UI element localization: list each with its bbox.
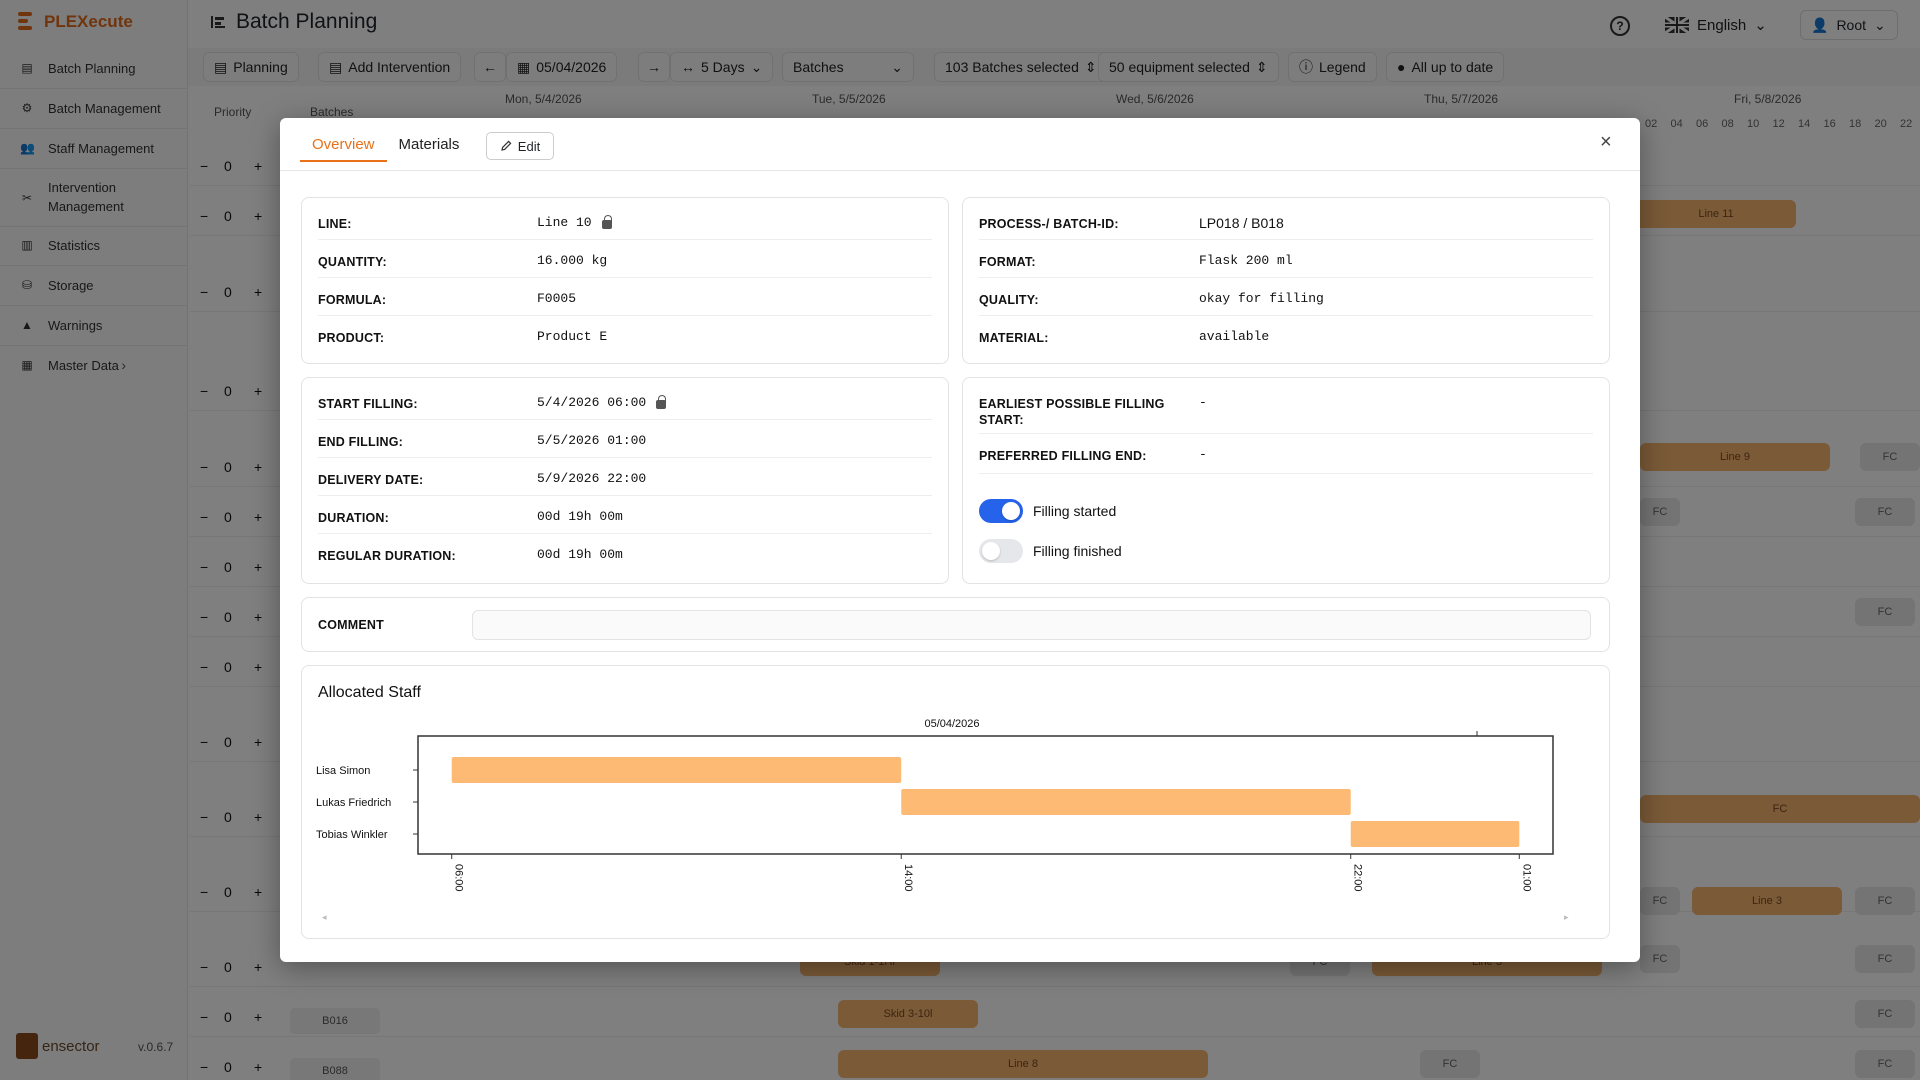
field-label: FORMAT:: [979, 255, 1036, 269]
start-filling-value: 5/4/2026 06:00: [537, 395, 647, 410]
chart-title: 05/04/2026: [924, 718, 979, 730]
field-label: EARLIEST POSSIBLE FILLING START:: [979, 397, 1165, 427]
filling-finished-toggle[interactable]: [979, 539, 1023, 563]
tab-overview[interactable]: Overview: [300, 132, 387, 162]
x-tick-label: 06:00: [453, 864, 465, 892]
lock-icon: [656, 395, 667, 409]
field-start-filling: START FILLING: 5/4/2026 06:00: [318, 382, 932, 420]
field-label: LINE:: [318, 217, 352, 231]
field-value: Product E: [537, 329, 608, 344]
allocated-staff-card: Allocated Staff 05/04/2026 Lisa Simon Luk…: [301, 665, 1610, 939]
timing-card: START FILLING: 5/4/2026 06:00 END FILLIN…: [301, 377, 949, 584]
scroll-left-icon[interactable]: ◂: [322, 912, 327, 922]
field-label: PROCESS-/ BATCH-ID:: [979, 217, 1119, 231]
field-duration: DURATION: 00d 19h 00m: [318, 496, 932, 534]
comment-input[interactable]: [472, 610, 1591, 640]
field-label: DELIVERY DATE:: [318, 473, 424, 487]
field-value: 5/4/2026 06:00: [537, 395, 667, 410]
x-tick-label: 14:00: [902, 864, 914, 892]
field-label: QUANTITY:: [318, 255, 387, 269]
field-product: PRODUCT: Product E: [318, 316, 932, 354]
process-info-card: PROCESS-/ BATCH-ID: LP018 / B018 FORMAT:…: [962, 197, 1610, 364]
tab-materials[interactable]: Materials: [387, 132, 472, 162]
edit-button[interactable]: Edit: [486, 132, 554, 160]
x-tick-label: 22:00: [1352, 864, 1364, 892]
comment-card: COMMENT: [301, 597, 1610, 652]
field-value: 00d 19h 00m: [537, 509, 623, 524]
field-label: START FILLING:: [318, 397, 418, 411]
field-value: okay for filling: [1199, 291, 1324, 306]
field-format: FORMAT: Flask 200 ml: [979, 240, 1593, 278]
pencil-icon: [500, 140, 512, 151]
field-delivery-date: DELIVERY DATE: 5/9/2026 22:00: [318, 458, 932, 496]
line-value: Line 10: [537, 215, 592, 230]
tab-divider: [280, 170, 1640, 171]
close-icon[interactable]: ×: [1600, 132, 1612, 152]
staff-allocation-bar[interactable]: [451, 757, 902, 783]
toggle-label: Filling finished: [1033, 543, 1122, 559]
field-line: LINE: Line 10: [318, 202, 932, 240]
toggle-label: Filling started: [1033, 503, 1117, 519]
field-label: REGULAR DURATION:: [318, 549, 456, 563]
allocated-staff-title: Allocated Staff: [318, 684, 421, 701]
x-tick-label: 01:00: [1520, 864, 1532, 892]
field-value: LP018 / B018: [1199, 215, 1284, 231]
field-value: available: [1199, 329, 1270, 344]
field-earliest-start: EARLIEST POSSIBLE FILLING START: -: [979, 382, 1593, 434]
field-batch-id: PROCESS-/ BATCH-ID: LP018 / B018: [979, 202, 1593, 240]
filling-status-card: EARLIEST POSSIBLE FILLING START: - PREFE…: [962, 377, 1610, 584]
filling-started-toggle-row: Filling started: [979, 499, 1116, 523]
field-quality: QUALITY: okay for filling: [979, 278, 1593, 316]
edit-label: Edit: [517, 138, 541, 154]
field-label: DURATION:: [318, 511, 390, 525]
field-value: 00d 19h 00m: [537, 547, 623, 562]
field-material: MATERIAL: available: [979, 316, 1593, 354]
field-value: 5/5/2026 01:00: [537, 433, 647, 448]
field-value: -: [1199, 395, 1207, 410]
scroll-right-icon[interactable]: ▸: [1564, 912, 1569, 922]
filling-finished-toggle-row: Filling finished: [979, 539, 1122, 563]
batch-detail-modal: Overview Materials Edit × LINE: Line 10 …: [280, 118, 1640, 962]
staff-allocation-bar[interactable]: [901, 789, 1351, 815]
field-value: F0005: [537, 291, 577, 306]
field-value: 16.000 kg: [537, 253, 608, 268]
lock-icon: [601, 215, 612, 229]
staff-gantt-chart: 05/04/2026 Lisa Simon Lukas Friedrich Tobi…: [316, 718, 1569, 922]
field-end-filling: END FILLING: 5/5/2026 01:00: [318, 420, 932, 458]
field-value: -: [1199, 447, 1207, 462]
field-label: END FILLING:: [318, 435, 404, 449]
filling-started-toggle[interactable]: [979, 499, 1023, 523]
field-label: PREFERRED FILLING END:: [979, 449, 1147, 463]
staff-allocation-bar[interactable]: [1350, 821, 1520, 847]
staff-name-label: Tobias Winkler: [316, 829, 388, 841]
field-regular-duration: REGULAR DURATION: 00d 19h 00m: [318, 534, 932, 572]
app-window: PLEXecute ▤ Batch Planning ⚙ Batch Manag…: [0, 0, 1920, 1080]
gantt-x-axis: 06:00 14:00 22:00 01:00: [451, 854, 1532, 892]
field-label: QUALITY:: [979, 293, 1039, 307]
field-value: Flask 200 ml: [1199, 253, 1293, 268]
field-quantity: QUANTITY: 16.000 kg: [318, 240, 932, 278]
field-value: 5/9/2026 22:00: [537, 471, 647, 486]
field-value: Line 10: [537, 215, 612, 230]
field-preferred-end: PREFERRED FILLING END: -: [979, 434, 1593, 474]
field-formula: FORMULA: F0005: [318, 278, 932, 316]
field-label: PRODUCT:: [318, 331, 385, 345]
field-label: FORMULA:: [318, 293, 387, 307]
modal-tabs: Overview Materials: [300, 132, 471, 162]
field-label: MATERIAL:: [979, 331, 1049, 345]
staff-name-label: Lukas Friedrich: [316, 797, 391, 809]
batch-info-card: LINE: Line 10 QUANTITY: 16.000 kg FORMUL…: [301, 197, 949, 364]
staff-name-label: Lisa Simon: [316, 765, 370, 777]
